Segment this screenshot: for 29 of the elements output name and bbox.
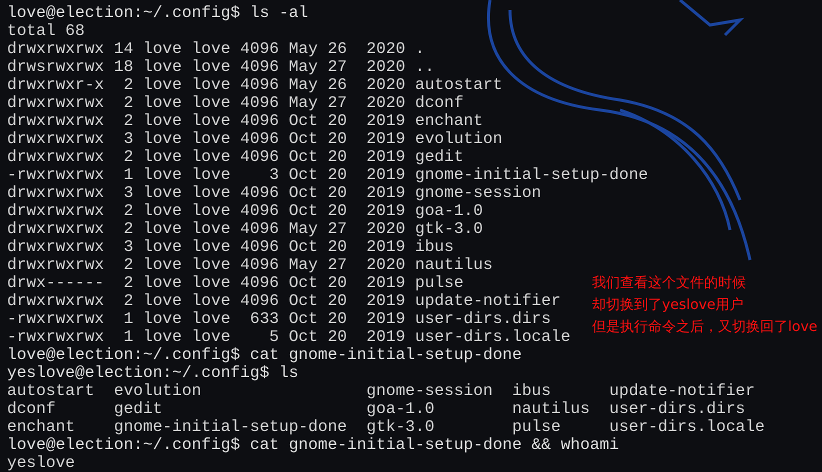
output-line: drwx------ 2 love love 4096 Oct 20 2019 pulse [7, 274, 464, 292]
output-line: drwxrwxrwx 2 love love 4096 Oct 20 2019 enchant [7, 112, 483, 130]
output-line: -rwxrwxrwx 1 love love 3 Oct 20 2019 gnome-initial-setup-done [7, 166, 648, 184]
output-line: drwxrwxrwx 2 love love 4096 Oct 20 2019 goa-1.0 [7, 202, 483, 220]
output-line: -rwxrwxrwx 1 love love 633 Oct 20 2019 user-dirs.dirs [7, 310, 551, 328]
annotation-text: 却切换到了yeslove用户 [592, 296, 744, 315]
output-line: drwxrwxrwx 3 love love 4096 Oct 20 2019 gnome-session [7, 184, 542, 202]
output-line: drwxrwxr-x 2 love love 4096 May 26 2020 autostart [7, 76, 502, 94]
output-line: enchant gnome-initial-setup-done gtk-3.0 pulse user-dirs.locale [7, 418, 765, 436]
output-line: drwxrwxrwx 3 love love 4096 Oct 20 2019 ibus [7, 238, 454, 256]
output-line: total 68 [7, 22, 85, 40]
output-line: drwxrwxrwx 2 love love 4096 Oct 20 2019 update-notifier [7, 292, 561, 310]
output-line: drwxrwxrwx 2 love love 4096 May 27 2020 dconf [7, 94, 464, 112]
output-line: drwxrwxrwx 3 love love 4096 Oct 20 2019 evolution [7, 130, 502, 148]
command-line: love@election:~/.config$ ls -al [7, 4, 308, 22]
output-line: drwsrwxrwx 18 love love 4096 May 27 2020 .. [7, 58, 434, 76]
output-line: drwxrwxrwx 2 love love 4096 Oct 20 2019 gedit [7, 148, 464, 166]
command-line: love@election:~/.config$ cat gnome-initial-setup-done [7, 346, 522, 364]
command-line: yeslove@election:~/.config$ ls [7, 364, 298, 382]
output-line: drwxrwxrwx 2 love love 4096 May 27 2020 nautilus [7, 256, 493, 274]
annotation-text: 我们查看这个文件的时候 [592, 274, 746, 293]
annotation-text: 但是执行命令之后，又切换回了love [592, 318, 818, 337]
output-line: drwxrwxrwx 14 love love 4096 May 26 2020 . [7, 40, 425, 58]
output-line: dconf gedit goa-1.0 nautilus user-dirs.dirs [7, 400, 746, 418]
output-line: drwxrwxrwx 2 love love 4096 May 27 2020 gtk-3.0 [7, 220, 483, 238]
output-line: yeslove [7, 454, 75, 472]
output-line: -rwxrwxrwx 1 love love 5 Oct 20 2019 user-dirs.locale [7, 328, 570, 346]
output-line: autostart evolution gnome-session ibus update-notifier [7, 382, 755, 400]
command-line: love@election:~/.config$ cat gnome-initial-setup-done && whoami [7, 436, 619, 454]
